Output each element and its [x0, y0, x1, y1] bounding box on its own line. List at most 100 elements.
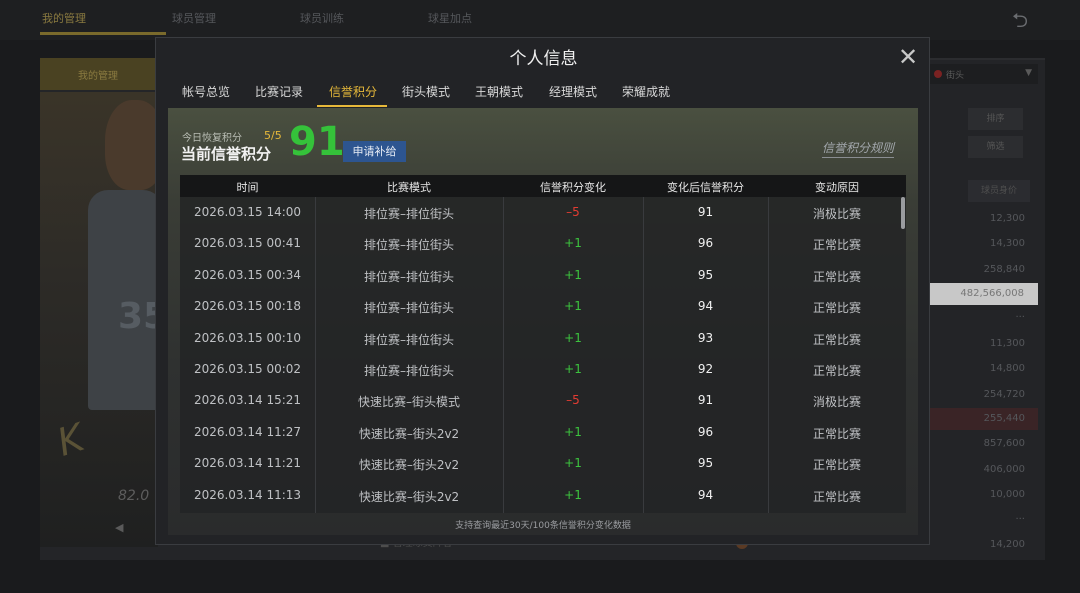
- cell-delta: +1: [564, 456, 582, 471]
- bg-value: 255,440: [983, 413, 1025, 424]
- apply-supply-button[interactable]: 申请补给: [343, 141, 406, 162]
- cell-after: 95: [697, 267, 714, 282]
- cell-mode: 快速比赛–街头2v2: [358, 458, 460, 473]
- cell-delta: –5: [566, 393, 580, 408]
- table-row: 2026.03.14 11:21 快速比赛–街头2v2 +1 95 正常比赛: [180, 448, 906, 479]
- sound-icon[interactable]: ◀: [115, 521, 123, 534]
- cell-reason: 正常比赛: [812, 332, 861, 347]
- background-right-column: [930, 60, 1045, 560]
- bg-value: 254,720: [983, 389, 1025, 400]
- cell-mode: 快速比赛–街头模式: [357, 395, 460, 410]
- credit-score-panel: 今日恢复积分 5/5 当前信誉积分 91 申请补给 信誉积分规则 时间 比赛模式…: [168, 108, 918, 535]
- credit-table-body[interactable]: 2026.03.15 14:00 排位赛–排位街头 –5 91 消极比赛 2026.03.…: [180, 197, 906, 513]
- cell-time: 2026.03.14 11:21: [193, 456, 302, 471]
- cell-after: 96: [697, 236, 714, 251]
- mode-dropdown-label: 街头: [946, 71, 965, 81]
- table-row: 2026.03.15 00:41 排位赛–排位街头 +1 96 正常比赛: [180, 228, 906, 259]
- table-row: 2026.03.14 11:13 快速比赛–街头2v2 +1 94 正常比赛: [180, 480, 906, 511]
- cell-reason: 正常比赛: [812, 238, 861, 253]
- table-row: 2026.03.15 00:10 排位赛–排位街头 +1 93 正常比赛: [180, 323, 906, 354]
- cell-reason: 正常比赛: [812, 489, 861, 504]
- cell-after: 96: [697, 424, 714, 439]
- cell-reason: 正常比赛: [812, 426, 861, 441]
- personal-info-modal: 个人信息 ✕ 帐号总览 比赛记录 信誉积分 街头模式 王朝模式 经理模式 荣耀成…: [155, 37, 930, 545]
- header-mode: 比赛模式: [387, 181, 431, 194]
- credit-rules-link[interactable]: 信誉积分规则: [822, 139, 895, 158]
- bg-tab-player-management[interactable]: 球员管理: [172, 10, 216, 26]
- chevron-down-icon: ▼: [1025, 68, 1032, 78]
- back-icon[interactable]: ⮌: [1012, 6, 1046, 32]
- modal-tab-bar: 帐号总览 比赛记录 信誉积分 街头模式 王朝模式 经理模式 荣耀成就: [156, 78, 931, 108]
- bg-tab-my-management[interactable]: 我的管理: [42, 10, 86, 26]
- cell-mode: 排位赛–排位街头: [363, 364, 454, 378]
- filter-button[interactable]: 筛选: [968, 136, 1023, 158]
- cell-mode: 排位赛–排位街头: [363, 238, 454, 253]
- bg-value: 14,800: [990, 363, 1025, 374]
- cell-after: 91: [697, 205, 714, 219]
- red-dot-icon: [934, 70, 942, 78]
- cell-after: 93: [697, 330, 714, 345]
- cell-mode: 快速比赛–街头2v2: [358, 489, 460, 504]
- cell-reason: 正常比赛: [812, 301, 861, 316]
- table-row: 2026.03.15 00:18 排位赛–排位街头 +1 94 正常比赛: [180, 291, 906, 322]
- table-row: 2026.03.15 14:00 排位赛–排位街头 –5 91 消极比赛: [180, 197, 906, 228]
- cell-time: 2026.03.15 00:10: [193, 330, 302, 345]
- active-tab-underline: [317, 105, 387, 107]
- cell-delta: +1: [564, 362, 582, 376]
- table-scrollbar[interactable]: [901, 197, 905, 229]
- cell-after: 91: [697, 393, 714, 408]
- cell-time: 2026.03.14 11:13: [193, 487, 302, 502]
- bg-value-highlighted: 482,566,008: [930, 283, 1038, 305]
- cell-time: 2026.03.15 00:34: [193, 267, 302, 282]
- cell-delta: +1: [564, 236, 582, 251]
- cell-reason: 正常比赛: [812, 269, 861, 284]
- bg-value: 857,600: [983, 438, 1025, 449]
- bg-value: 14,300: [990, 238, 1025, 249]
- player-rating: 82.0: [118, 488, 150, 504]
- cell-mode: 排位赛–排位街头: [363, 207, 454, 221]
- header-time: 时间: [236, 181, 259, 194]
- table-row: 2026.03.15 00:34 排位赛–排位街头 +1 95 正常比赛: [180, 260, 906, 291]
- close-icon[interactable]: ✕: [898, 44, 918, 70]
- cell-time: 2026.03.14 11:27: [193, 424, 302, 439]
- bg-value: 10,000: [990, 489, 1025, 500]
- cell-time: 2026.03.15 00:41: [193, 236, 302, 251]
- bg-tab-star-points[interactable]: 球星加点: [428, 10, 472, 26]
- cell-mode: 排位赛–排位街头: [363, 332, 454, 347]
- bg-value: 11,300: [990, 338, 1025, 349]
- table-row: 2026.03.14 15:21 快速比赛–街头模式 –5 91 消极比赛: [180, 385, 906, 416]
- cell-time: 2026.03.15 00:02: [193, 362, 302, 376]
- background-panel-header-active: 我的管理: [40, 58, 160, 90]
- bg-value: 258,840: [983, 264, 1025, 275]
- bg-tab-underline: [40, 32, 166, 35]
- mode-dropdown[interactable]: 街头 ▼: [930, 64, 1038, 84]
- tab-account-overview[interactable]: 帐号总览: [182, 83, 230, 100]
- tab-match-records[interactable]: 比赛记录: [255, 83, 303, 100]
- bg-tab-player-training[interactable]: 球员训练: [300, 10, 344, 26]
- tab-street-mode[interactable]: 街头模式: [402, 83, 450, 100]
- cell-after: 92: [697, 362, 714, 376]
- sort-button[interactable]: 排序: [968, 108, 1023, 130]
- cell-delta: +1: [564, 424, 582, 439]
- cell-delta: +1: [564, 330, 582, 345]
- cell-after: 95: [697, 456, 714, 471]
- bg-value: 14,200: [990, 539, 1025, 550]
- tab-manager-mode[interactable]: 经理模式: [549, 83, 597, 100]
- header-after: 变化后信誉积分: [667, 181, 744, 194]
- tab-dynasty-mode[interactable]: 王朝模式: [475, 83, 523, 100]
- cell-time: 2026.03.15 00:18: [193, 299, 302, 314]
- bg-value: 12,300: [990, 213, 1025, 224]
- cell-time: 2026.03.14 15:21: [193, 393, 302, 408]
- bg-value: 406,000: [983, 464, 1025, 475]
- cell-time: 2026.03.15 14:00: [193, 205, 302, 219]
- value-column-header: 球员身价: [968, 180, 1030, 202]
- bg-panel-head-label: 我的管理: [78, 71, 118, 82]
- tab-honor-achievements[interactable]: 荣耀成就: [622, 83, 670, 100]
- header-delta: 信誉积分变化: [540, 181, 606, 194]
- cell-reason: 正常比赛: [812, 458, 861, 473]
- cell-delta: +1: [564, 299, 582, 314]
- bg-ellipsis: ···: [1015, 514, 1025, 525]
- cell-reason: 消极比赛: [812, 207, 861, 221]
- tab-credit-score[interactable]: 信誉积分: [329, 83, 377, 100]
- cell-delta: +1: [564, 267, 582, 282]
